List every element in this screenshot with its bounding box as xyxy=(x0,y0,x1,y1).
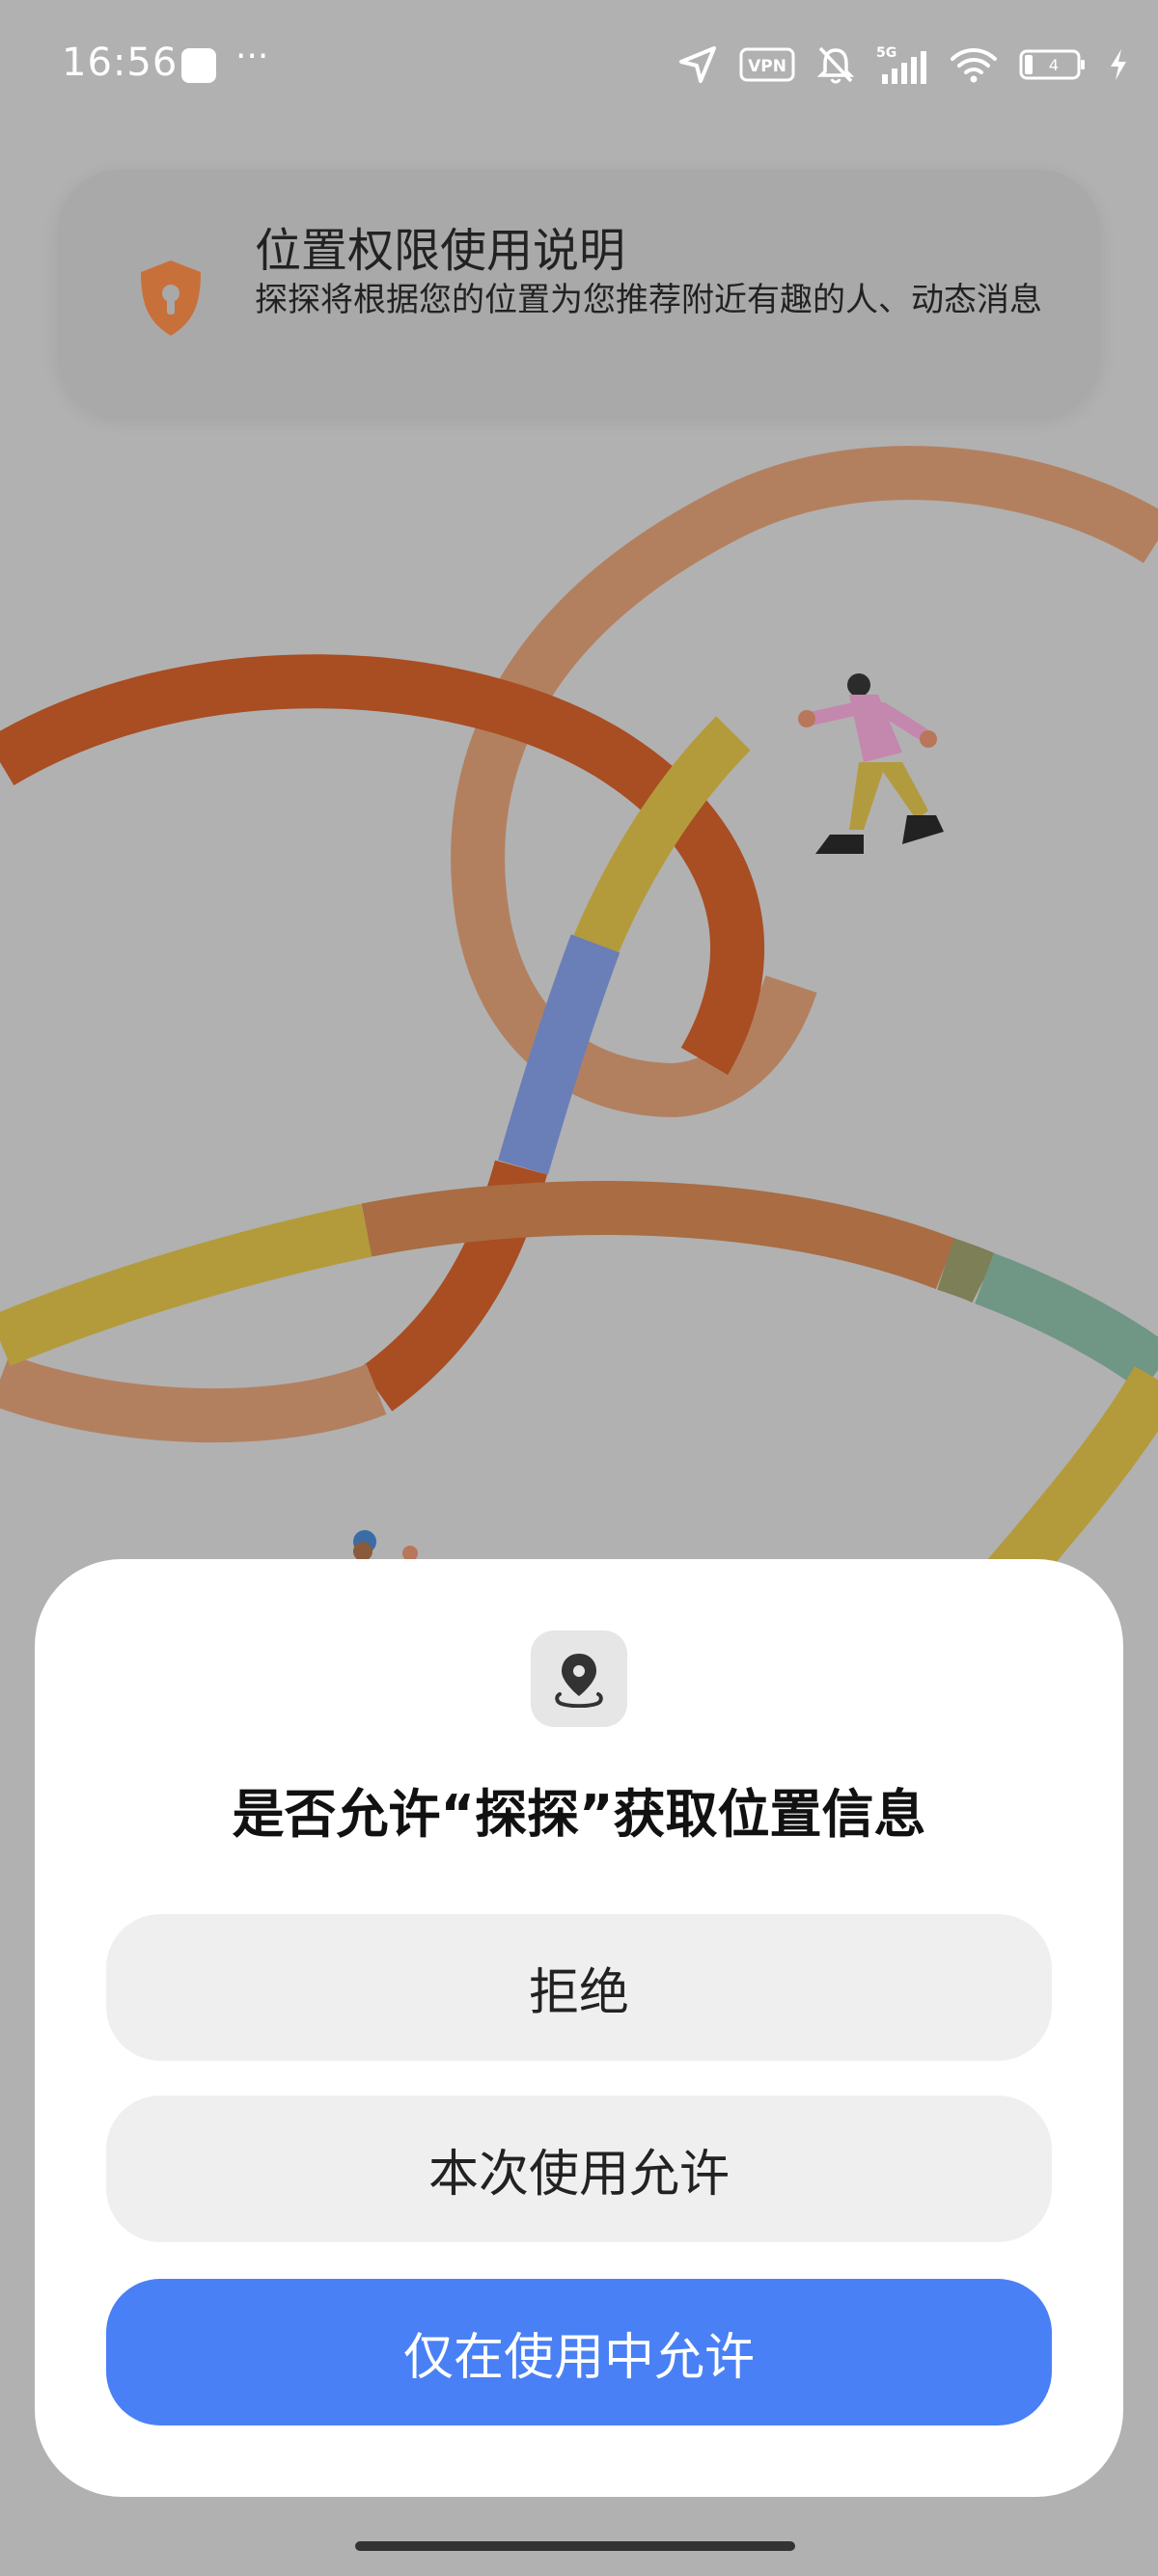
more-notifications-icon: ··· xyxy=(235,37,269,76)
signal-5g-icon: 5G xyxy=(876,43,928,86)
location-arrow-icon xyxy=(677,44,718,85)
status-icons: VPN 5G 4 xyxy=(677,41,1129,89)
dialog-title: 是否允许“探探”获取位置信息 xyxy=(232,1784,926,1845)
location-permission-notice: 位置权限使用说明 探探将根据您的位置为您推荐附近有趣的人、动态消息 xyxy=(58,170,1100,417)
notice-description: 探探将根据您的位置为您推荐附近有趣的人、动态消息 xyxy=(255,281,1042,319)
notice-title: 位置权限使用说明 xyxy=(255,224,626,278)
battery-icon: 4 xyxy=(1019,47,1087,82)
allow-while-using-button[interactable]: 仅在使用中允许 xyxy=(106,2279,1052,2425)
allow-once-button[interactable]: 本次使用允许 xyxy=(106,2096,1052,2242)
battery-level: 4 xyxy=(1049,56,1059,74)
vpn-icon: VPN xyxy=(739,47,795,82)
charging-icon xyxy=(1108,47,1129,82)
vpn-label: VPN xyxy=(748,57,786,76)
location-permission-dialog: 是否允许“探探”获取位置信息 拒绝 本次使用允许 仅在使用中允许 xyxy=(35,1559,1123,2497)
shield-keyhole-icon xyxy=(129,255,212,342)
wifi-icon xyxy=(950,45,998,84)
status-time: 16:56 xyxy=(62,41,179,85)
bell-off-icon xyxy=(816,44,855,85)
location-pin-icon xyxy=(531,1631,627,1727)
network-label: 5G xyxy=(876,45,896,61)
deny-button[interactable]: 拒绝 xyxy=(106,1914,1052,2061)
home-indicator[interactable] xyxy=(355,2541,795,2551)
status-bar: 16:56 ··· VPN 5G 4 xyxy=(0,0,1158,135)
app-notification-icon xyxy=(181,48,216,83)
